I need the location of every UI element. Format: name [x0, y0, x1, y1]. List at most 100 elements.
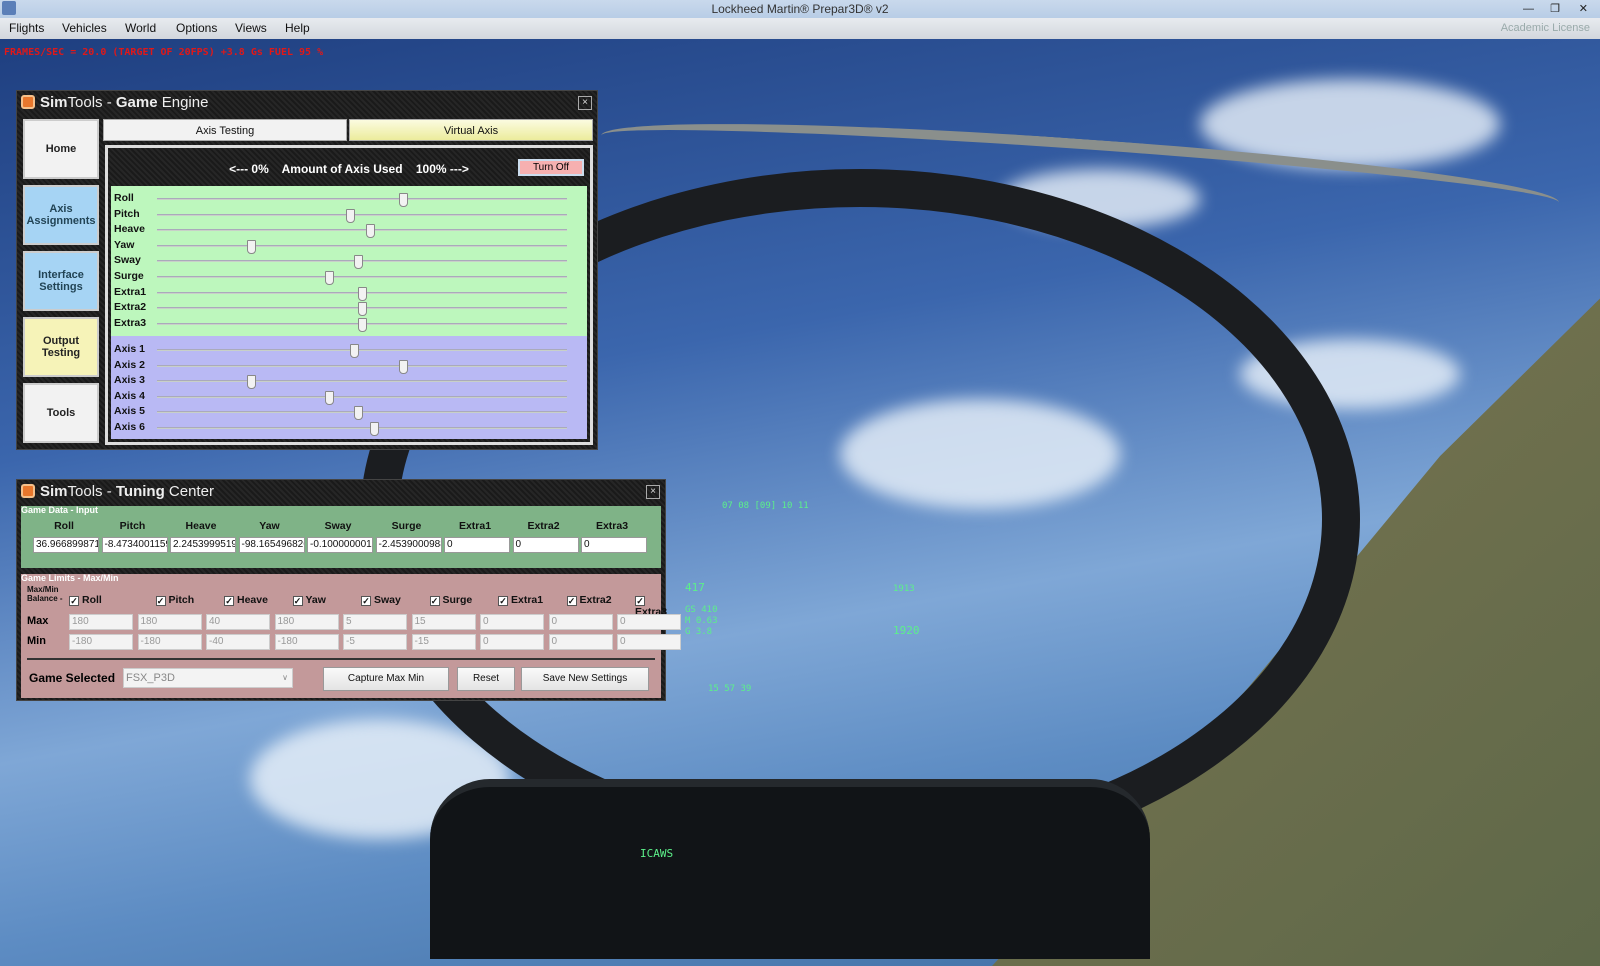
column-header: Yaw	[259, 520, 280, 532]
menu-bar: Flights Vehicles World Options Views Hel…	[0, 18, 1600, 39]
slider-thumb[interactable]	[358, 302, 367, 317]
column-header: Extra3	[595, 520, 629, 532]
checkbox-label: Pitch	[168, 594, 195, 606]
slider-label: Sway	[114, 254, 141, 267]
slider-thumb[interactable]	[247, 239, 257, 254]
min-field[interactable]: -15	[411, 634, 476, 650]
checkmark-icon: ✓	[69, 596, 79, 606]
nav-home[interactable]: Home	[23, 119, 99, 179]
slider-track[interactable]	[157, 406, 567, 421]
slider-track[interactable]	[157, 359, 567, 374]
nav-interface-settings[interactable]: Interface Settings	[23, 251, 99, 311]
balance-checkbox[interactable]: ✓ Surge	[429, 594, 473, 606]
max-field[interactable]: 0	[480, 614, 544, 630]
min-field[interactable]: -180	[69, 634, 133, 650]
tab-virtual-axis[interactable]: Virtual Axis	[349, 119, 593, 141]
slider-thumb[interactable]	[325, 271, 335, 285]
input-value-field[interactable]: 2.24539995193	[170, 537, 236, 553]
max-field[interactable]: 180	[69, 614, 133, 630]
min-field[interactable]: -180	[274, 634, 339, 650]
max-field[interactable]: 0	[617, 614, 681, 630]
max-field[interactable]: 0	[548, 614, 613, 630]
input-value-field[interactable]: -8.4734001159€	[101, 537, 168, 553]
turn-off-button[interactable]: Turn Off	[518, 159, 584, 176]
reset-button[interactable]: Reset	[457, 667, 515, 691]
nav-axis-assignments[interactable]: Axis Assignments	[23, 185, 99, 245]
column-header: Roll	[54, 520, 74, 532]
slider-thumb[interactable]	[345, 208, 355, 223]
balance-checkbox[interactable]: ✓ Pitch	[155, 594, 195, 606]
slider-track[interactable]	[157, 422, 567, 436]
slider-track[interactable]	[157, 344, 567, 358]
input-value-field[interactable]: -0.1000000014§	[307, 537, 373, 553]
close-button[interactable]: ✕	[1579, 0, 1588, 18]
hud-altitude: 1920	[893, 624, 920, 637]
menu-vehicles[interactable]: Vehicles	[62, 18, 107, 39]
input-value-field[interactable]: -2.4539000988(	[375, 537, 442, 553]
slider-thumb[interactable]	[358, 286, 367, 301]
balance-checkbox[interactable]: ✓ Extra2	[566, 594, 612, 606]
max-field[interactable]: 180	[137, 614, 202, 630]
min-field[interactable]: -5	[343, 634, 407, 650]
input-value-field[interactable]: 0	[444, 537, 510, 553]
input-value-field[interactable]: 36.9668998718	[33, 537, 99, 553]
close-button[interactable]: ×	[578, 96, 592, 110]
minimize-button[interactable]: —	[1523, 0, 1534, 18]
tab-axis-testing[interactable]: Axis Testing	[103, 119, 347, 141]
close-button[interactable]: ×	[646, 485, 660, 499]
max-field[interactable]: 40	[206, 614, 270, 630]
slider-track[interactable]	[157, 390, 567, 405]
game-engine-window: SimTools - Game Engine × Home Axis Assig…	[16, 90, 598, 450]
capture-max-min-button[interactable]: Capture Max Min	[323, 667, 449, 691]
slider-thumb[interactable]	[399, 359, 408, 374]
balance-checkbox[interactable]: ✓ Heave	[224, 594, 268, 606]
slider-thumb[interactable]	[399, 193, 408, 207]
min-field[interactable]: 0	[480, 634, 544, 650]
min-field[interactable]: -180	[137, 634, 202, 650]
slider-thumb[interactable]	[353, 255, 363, 270]
input-value-field[interactable]: 0	[581, 537, 647, 553]
nav-tools[interactable]: Tools	[23, 383, 99, 443]
slider-track[interactable]	[157, 302, 567, 317]
slider-track[interactable]	[157, 271, 567, 285]
nav-output-testing[interactable]: Output Testing	[23, 317, 99, 377]
max-field[interactable]: 180	[274, 614, 339, 630]
slider-track[interactable]	[157, 375, 567, 390]
slider-thumb[interactable]	[358, 317, 367, 332]
balance-checkbox[interactable]: ✓ Extra1	[498, 594, 543, 606]
menu-world[interactable]: World	[125, 18, 156, 39]
max-field[interactable]: 15	[411, 614, 476, 630]
slider-thumb[interactable]	[366, 224, 376, 239]
slider-track[interactable]	[157, 193, 567, 207]
min-field[interactable]: 0	[617, 634, 681, 650]
menu-help[interactable]: Help	[285, 18, 310, 39]
input-value-field[interactable]: -98.165496826'	[238, 537, 305, 553]
min-field[interactable]: -40	[206, 634, 270, 650]
checkbox-label: Surge	[442, 594, 473, 606]
max-field[interactable]: 5	[343, 614, 407, 630]
hud-g: G 3.8	[685, 627, 713, 637]
slider-track[interactable]	[157, 239, 567, 254]
restore-button[interactable]: ❐	[1550, 0, 1560, 18]
game-select-dropdown[interactable]: FSX_P3D ∨	[123, 668, 293, 688]
balance-label: Max/Min Balance -	[27, 585, 63, 603]
slider-thumb[interactable]	[353, 406, 363, 421]
balance-checkbox[interactable]: ✓ Roll	[69, 594, 102, 606]
save-new-settings-button[interactable]: Save New Settings	[521, 667, 649, 691]
slider-thumb[interactable]	[349, 344, 359, 358]
menu-views[interactable]: Views	[235, 18, 267, 39]
slider-track[interactable]	[157, 286, 567, 301]
slider-track[interactable]	[157, 255, 567, 270]
slider-track[interactable]	[157, 224, 567, 239]
slider-thumb[interactable]	[325, 390, 335, 405]
min-field[interactable]: 0	[548, 634, 613, 650]
balance-checkbox[interactable]: ✓ Yaw	[292, 594, 326, 606]
slider-track[interactable]	[157, 317, 567, 332]
menu-flights[interactable]: Flights	[9, 18, 44, 39]
slider-thumb[interactable]	[370, 422, 380, 436]
slider-track[interactable]	[157, 208, 567, 223]
input-value-field[interactable]: 0	[512, 537, 579, 553]
slider-thumb[interactable]	[247, 375, 257, 390]
balance-checkbox[interactable]: ✓ Sway	[361, 594, 401, 606]
menu-options[interactable]: Options	[176, 18, 217, 39]
